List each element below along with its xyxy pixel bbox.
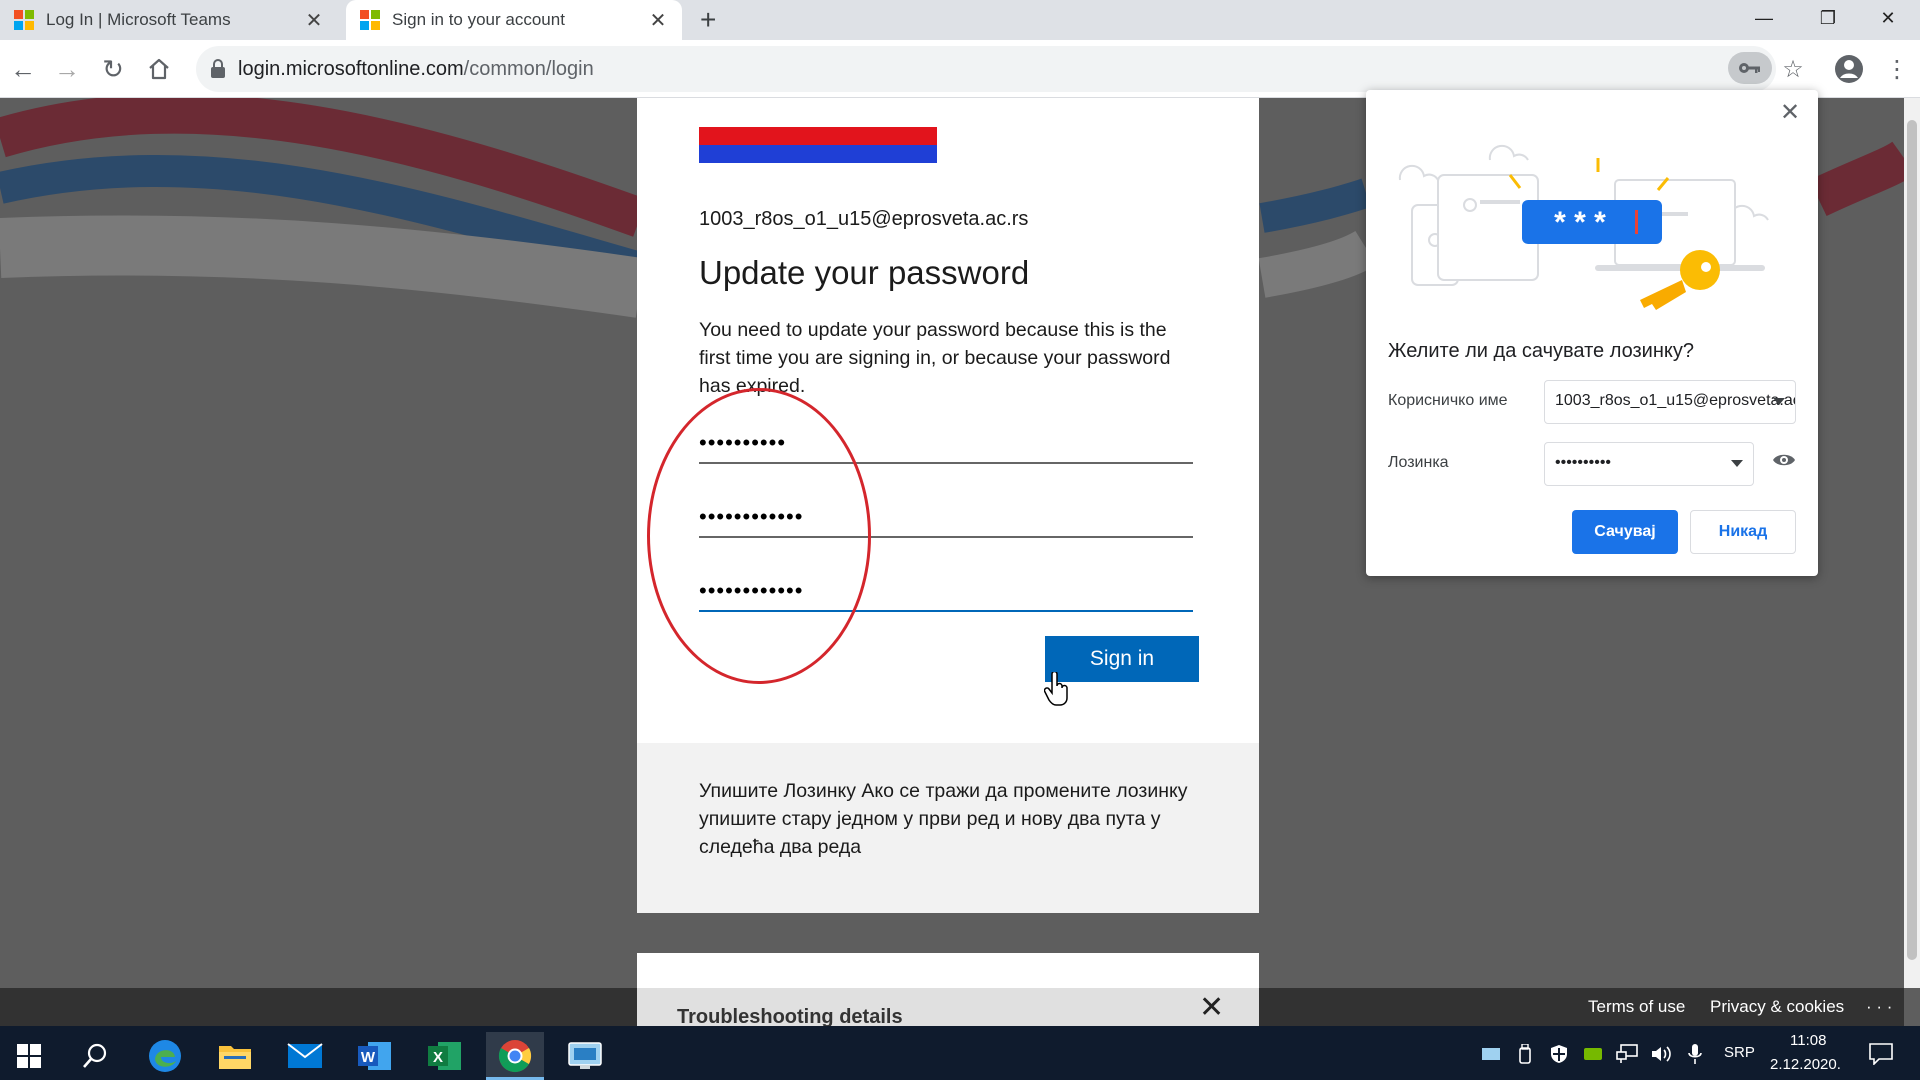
clock-date[interactable]: 2.12.2020.	[1770, 1056, 1841, 1073]
nvidia-icon[interactable]	[1580, 1042, 1606, 1066]
chrome-taskbar-button[interactable]	[486, 1032, 544, 1080]
show-password-eye-icon[interactable]	[1772, 450, 1796, 470]
network-drive-icon[interactable]	[1478, 1042, 1504, 1066]
restore-button[interactable]: ❐	[1796, 0, 1860, 36]
action-center-icon[interactable]	[1868, 1042, 1894, 1066]
account-email: 1003_r8os_o1_u15@eprosveta.ac.rs	[699, 208, 1029, 230]
microsoft-logo-icon	[360, 10, 380, 30]
organization-flag-logo	[699, 127, 937, 163]
hand-cursor-icon	[1044, 672, 1068, 706]
tab-sign-in[interactable]: Sign in to your account ✕	[346, 0, 682, 40]
privacy-cookies-link[interactable]: Privacy & cookies	[1710, 997, 1844, 1017]
url-text: login.microsoftonline.com/common/login	[238, 58, 594, 81]
word-icon: W	[358, 1042, 391, 1070]
chevron-down-icon	[1731, 460, 1743, 467]
username-value: 1003_r8os_o1_u15@eprosveta.ac.rs	[1555, 392, 1796, 409]
usb-icon[interactable]	[1512, 1042, 1538, 1066]
browser-menu-button[interactable]: ⋮	[1880, 52, 1914, 86]
password-select[interactable]: ••••••••••	[1544, 442, 1754, 486]
terms-of-use-link[interactable]: Terms of use	[1588, 997, 1685, 1017]
tab-microsoft-teams[interactable]: Log In | Microsoft Teams ✕	[0, 0, 338, 40]
remote-desktop-icon	[568, 1042, 602, 1069]
word-taskbar-button[interactable]: W	[346, 1032, 404, 1080]
annotation-circle	[647, 388, 871, 684]
password-key-button[interactable]	[1728, 52, 1772, 84]
scrollbar-thumb[interactable]	[1907, 120, 1917, 960]
windows-taskbar: W X SRP 11:08 2.12.2020.	[0, 1026, 1920, 1080]
mail-taskbar-button[interactable]	[276, 1032, 334, 1080]
password-illustration: * * *	[1398, 144, 1769, 310]
url-path: /common/login	[463, 58, 594, 80]
clock-time[interactable]: 11:08	[1790, 1032, 1826, 1049]
folder-icon	[219, 1046, 251, 1069]
troubleshooting-title: Troubleshooting details	[677, 1006, 903, 1026]
address-bar[interactable]: login.microsoftonline.com/common/login	[196, 46, 1776, 92]
troubleshooting-peek: Troubleshooting details	[637, 988, 1259, 1026]
key-icon	[1739, 63, 1760, 73]
home-button[interactable]	[142, 52, 176, 86]
password-value: ••••••••••	[1555, 454, 1612, 471]
tab-close-icon[interactable]: ✕	[648, 8, 668, 33]
new-tab-button[interactable]: +	[700, 4, 716, 36]
chevron-down-icon	[1773, 398, 1785, 405]
chrome-icon	[498, 1040, 532, 1073]
page-footer: Troubleshooting details ✕ Terms of use P…	[0, 988, 1904, 1026]
save-password-dialog: ✕ * * * Желите ли да сачувате лозинку? К…	[1366, 90, 1818, 576]
save-button[interactable]: Сачувај	[1572, 510, 1678, 554]
file-explorer-taskbar-button[interactable]	[206, 1032, 264, 1080]
page-title: Update your password	[699, 254, 1030, 291]
edge-taskbar-button[interactable]	[136, 1032, 194, 1080]
minimize-button[interactable]: —	[1732, 0, 1796, 36]
url-host: login.microsoftonline.com	[238, 58, 464, 80]
search-icon	[83, 1043, 107, 1068]
windows-logo-icon	[17, 1044, 41, 1068]
forward-button[interactable]: →	[50, 52, 84, 86]
troubleshooting-close-icon[interactable]: ✕	[1199, 990, 1224, 1025]
excel-taskbar-button[interactable]: X	[416, 1032, 474, 1080]
profile-button[interactable]	[1832, 52, 1866, 86]
home-icon	[149, 58, 169, 80]
profile-avatar-icon	[1835, 55, 1863, 83]
save-password-title: Желите ли да сачувате лозинку?	[1388, 340, 1694, 362]
mail-icon	[287, 1043, 323, 1068]
bookmark-star-icon[interactable]: ☆	[1776, 52, 1810, 86]
tab-title: Log In | Microsoft Teams	[46, 10, 231, 29]
search-button[interactable]	[66, 1032, 124, 1080]
tab-title: Sign in to your account	[392, 10, 565, 29]
microsoft-logo-icon	[14, 10, 34, 30]
tab-strip: Log In | Microsoft Teams ✕ Sign in to yo…	[0, 0, 1920, 40]
volume-icon[interactable]	[1648, 1042, 1674, 1066]
page-scrollbar[interactable]	[1904, 98, 1920, 988]
never-button[interactable]: Никад	[1690, 510, 1796, 554]
reload-button[interactable]: ↻	[96, 52, 130, 86]
network-icon[interactable]	[1614, 1042, 1640, 1066]
svg-text:W: W	[361, 1049, 376, 1066]
microphone-icon[interactable]	[1682, 1042, 1708, 1066]
edge-icon	[149, 1040, 181, 1072]
illustration-asterisks: * * *	[1554, 206, 1606, 239]
language-indicator[interactable]: SRP	[1724, 1044, 1755, 1061]
lock-icon	[211, 59, 225, 78]
excel-icon: X	[428, 1042, 461, 1070]
close-window-button[interactable]: ✕	[1856, 0, 1920, 36]
remote-desktop-taskbar-button[interactable]	[556, 1032, 614, 1080]
username-select[interactable]: 1003_r8os_o1_u15@eprosveta.ac.rs	[1544, 380, 1796, 424]
start-button[interactable]	[0, 1032, 58, 1080]
security-shield-icon[interactable]	[1546, 1042, 1572, 1066]
svg-text:X: X	[433, 1049, 443, 1066]
instructions-note: Упишите Лозинку Ако се тражи да променит…	[637, 743, 1259, 913]
instructions-text: Упишите Лозинку Ако се тражи да променит…	[699, 780, 1188, 858]
username-label: Корисничко име	[1388, 392, 1508, 409]
back-button[interactable]: ←	[6, 52, 40, 86]
troubleshooting-card	[637, 953, 1259, 988]
password-label: Лозинка	[1388, 454, 1449, 471]
more-options-link[interactable]: · · ·	[1866, 997, 1892, 1017]
update-password-description: You need to update your password because…	[699, 319, 1171, 397]
tab-close-icon[interactable]: ✕	[304, 8, 324, 33]
